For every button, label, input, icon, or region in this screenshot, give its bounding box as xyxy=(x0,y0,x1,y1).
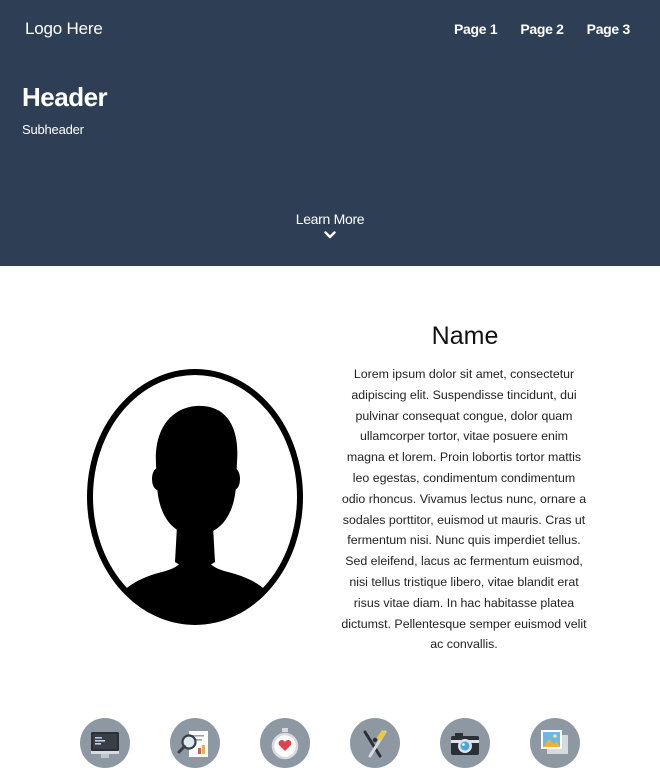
person-silhouette-icon xyxy=(84,366,306,633)
learn-more-label: Learn More xyxy=(295,211,365,227)
page-subtitle: Subheader xyxy=(22,122,84,137)
top-nav: Page 1 Page 2 Page 3 xyxy=(454,21,630,37)
services-row xyxy=(80,718,580,768)
nav-link-page-2[interactable]: Page 2 xyxy=(520,21,564,37)
nav-link-page-1[interactable]: Page 1 xyxy=(454,21,498,37)
nav-link-page-3[interactable]: Page 3 xyxy=(587,21,631,37)
profile-bio: Lorem ipsum dolor sit amet, consectetur … xyxy=(341,367,587,652)
hero-banner: Logo Here Page 1 Page 2 Page 3 Header Su… xyxy=(0,0,660,266)
chevron-down-icon xyxy=(324,231,336,239)
page-title: Header xyxy=(22,82,108,112)
profile-name: Name xyxy=(431,322,499,350)
learn-more-link[interactable]: Learn More xyxy=(0,211,660,239)
logo-link[interactable]: Logo Here xyxy=(25,19,103,39)
